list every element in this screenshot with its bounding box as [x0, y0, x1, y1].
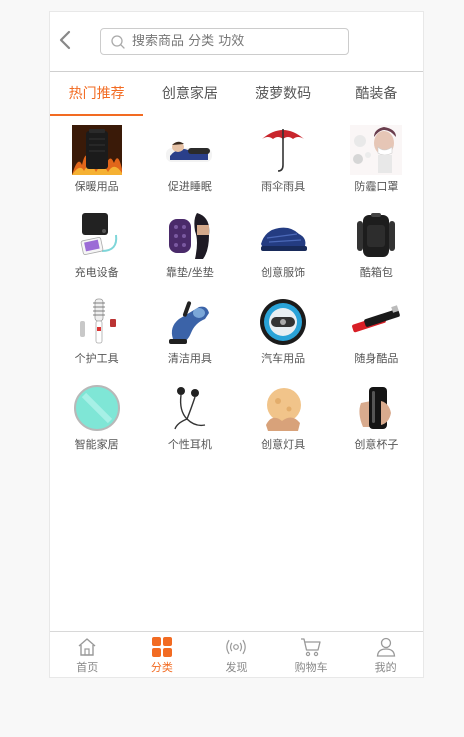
- home-icon: [76, 636, 98, 658]
- category-item-umbrella[interactable]: 雨伞雨具: [237, 124, 330, 197]
- tab-home[interactable]: 创意家居: [143, 72, 236, 116]
- category-label: 清洁用具: [167, 352, 212, 365]
- chevron-left-icon: [59, 30, 71, 50]
- category-label: 创意服饰: [261, 266, 306, 279]
- search-icon: [110, 34, 126, 50]
- phone-frame: 热门推荐 创意家居 菠萝数码 酷装备 保暖用品: [49, 11, 424, 678]
- cart-icon: [300, 636, 322, 658]
- hair-brush-image: [71, 296, 123, 348]
- smart-device-image: [71, 382, 123, 434]
- mask-image: [350, 124, 403, 176]
- category-label: 靠垫/坐垫: [166, 266, 214, 279]
- category-label: 促进睡眠: [167, 180, 212, 193]
- tabbar-home[interactable]: 首页: [50, 632, 125, 677]
- tabbar-label: 发现: [225, 661, 248, 674]
- category-item-backpack[interactable]: 酷箱包: [330, 210, 423, 283]
- tab-gear[interactable]: 酷装备: [330, 72, 423, 116]
- category-item-smart-home[interactable]: 智能家居: [50, 382, 143, 455]
- tab-hot[interactable]: 热门推荐: [50, 72, 144, 116]
- heater-image: [71, 124, 123, 176]
- header: [50, 12, 423, 72]
- category-label: 随身酷品: [354, 352, 399, 365]
- category-grid: 保暖用品 促进睡眠 雨伞雨具 防霾口罩 充电设备 靠垫/坐垫 创意服饰 酷箱包 …: [50, 124, 423, 455]
- lighter-image: [350, 296, 402, 348]
- car-gadget-image: [257, 296, 309, 348]
- category-label: 智能家居: [74, 438, 119, 451]
- user-icon: [375, 636, 397, 658]
- tabbar-label: 首页: [76, 661, 99, 674]
- tab-digital[interactable]: 菠萝数码: [237, 72, 330, 116]
- category-label: 创意杯子: [354, 438, 399, 451]
- bottom-tabbar: 首页 分类 发现 购物车 我的: [50, 631, 423, 677]
- tabbar-label: 分类: [150, 661, 173, 674]
- category-label: 充电设备: [74, 266, 119, 279]
- charger-image: [71, 210, 123, 262]
- category-label: 酷箱包: [359, 266, 393, 279]
- back-button[interactable]: [56, 28, 76, 52]
- tabbar-label: 购物车: [294, 661, 328, 674]
- category-item-cup[interactable]: 创意杯子: [330, 382, 423, 455]
- vacuum-image: [164, 296, 216, 348]
- umbrella-image: [257, 124, 309, 176]
- category-label: 雨伞雨具: [261, 180, 306, 193]
- category-item-car[interactable]: 汽车用品: [237, 296, 330, 369]
- category-label: 创意灯具: [261, 438, 306, 451]
- category-grid-icon: [151, 636, 173, 658]
- category-item-heater[interactable]: 保暖用品: [50, 124, 143, 197]
- tabbar-category[interactable]: 分类: [125, 632, 200, 677]
- category-item-pillow[interactable]: 促进睡眠: [143, 124, 236, 197]
- shoe-image: [257, 210, 309, 262]
- tabbar-cart[interactable]: 购物车: [274, 632, 349, 677]
- category-label: 汽车用品: [261, 352, 306, 365]
- category-item-lamp[interactable]: 创意灯具: [237, 382, 330, 455]
- backpack-image: [350, 210, 402, 262]
- category-item-earphones[interactable]: 个性耳机: [143, 382, 236, 455]
- cushion-image: [164, 210, 216, 262]
- category-label: 个护工具: [74, 352, 119, 365]
- category-item-shoe[interactable]: 创意服饰: [237, 210, 330, 283]
- moon-lamp-image: [257, 382, 309, 434]
- category-item-vacuum[interactable]: 清洁用具: [143, 296, 236, 369]
- category-label: 防霾口罩: [354, 180, 399, 193]
- category-item-lighter[interactable]: 随身酷品: [330, 296, 423, 369]
- category-item-hair-brush[interactable]: 个护工具: [50, 296, 143, 369]
- pillow-image: [164, 124, 216, 176]
- tabbar-profile[interactable]: 我的: [348, 632, 423, 677]
- broadcast-icon: [225, 636, 247, 658]
- tabbar-discover[interactable]: 发现: [199, 632, 274, 677]
- tabbar-label: 我的: [374, 661, 397, 674]
- search-input[interactable]: [132, 34, 322, 49]
- category-tabs: 热门推荐 创意家居 菠萝数码 酷装备: [50, 72, 423, 116]
- search-box[interactable]: [100, 28, 349, 55]
- category-item-mask[interactable]: 防霾口罩: [330, 124, 423, 197]
- earphones-image: [164, 382, 216, 434]
- category-item-cushion[interactable]: 靠垫/坐垫: [143, 210, 236, 283]
- cup-image: [350, 382, 402, 434]
- category-label: 个性耳机: [167, 438, 212, 451]
- category-item-charger[interactable]: 充电设备: [50, 210, 143, 283]
- category-label: 保暖用品: [74, 180, 119, 193]
